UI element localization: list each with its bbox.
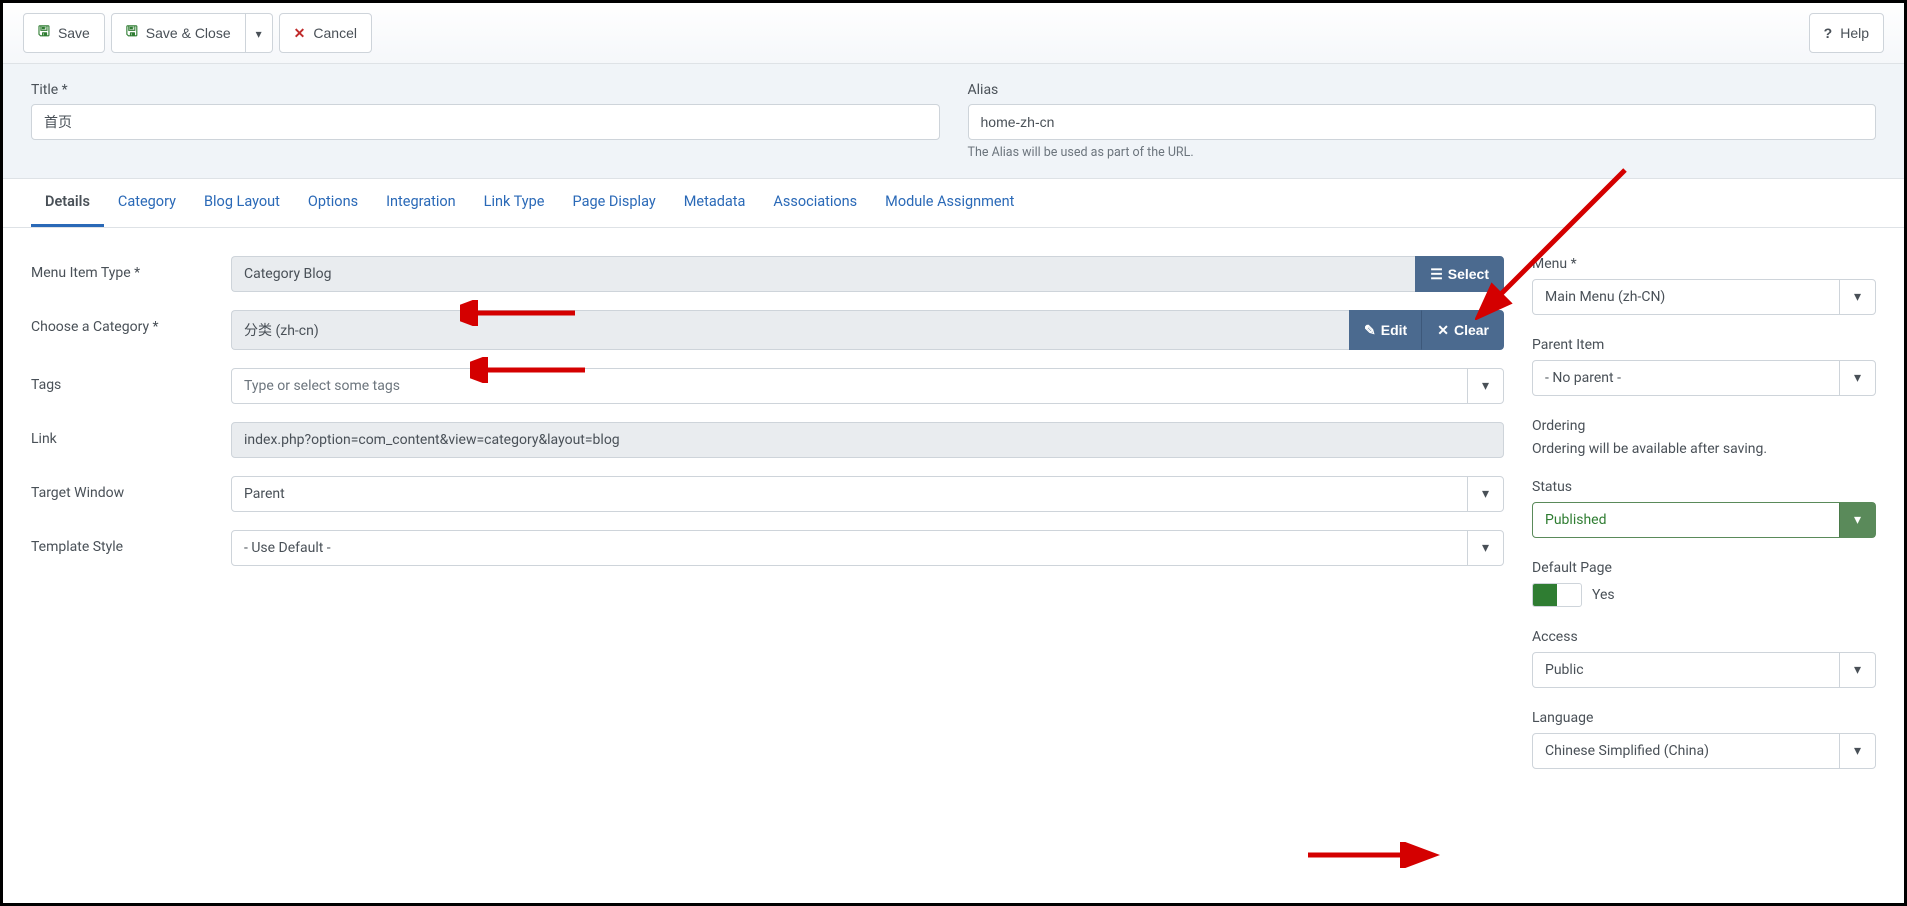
tab-details[interactable]: Details [31,179,104,227]
template-select[interactable]: - Use Default - ▾ [231,530,1504,566]
help-button[interactable]: ? Help [1809,13,1884,53]
language-value: Chinese Simplified (China) [1545,743,1709,759]
ordering-text: Ordering will be available after saving. [1532,441,1876,457]
clear-button[interactable]: ✕ Clear [1422,310,1504,350]
tab-category[interactable]: Category [104,179,190,227]
tab-integration[interactable]: Integration [372,179,470,227]
help-icon: ? [1824,25,1833,41]
tab-metadata[interactable]: Metadata [670,179,760,227]
title-label: Title * [31,82,940,98]
link-label: Link [31,422,231,447]
clear-label: Clear [1454,322,1489,338]
chevron-down-icon: ▾ [1839,361,1875,395]
alias-input[interactable] [968,104,1877,140]
toolbar-right: ? Help [1809,13,1884,53]
save-icon: 🖫 [126,21,138,45]
target-label: Target Window [31,476,231,501]
select-label: Select [1448,266,1489,282]
tabs: Details Category Blog Layout Options Int… [3,179,1904,228]
tab-associations[interactable]: Associations [759,179,871,227]
annotation-arrow-icon [1300,842,1440,868]
edit-button[interactable]: ✎ Edit [1349,310,1422,350]
category-value: 分类 (zh-cn) [231,310,1349,350]
tags-input[interactable]: Type or select some tags ▾ [231,368,1504,404]
parent-select[interactable]: - No parent - ▾ [1532,360,1876,396]
tab-blog-layout[interactable]: Blog Layout [190,179,294,227]
save-icon: 🖫 [38,21,50,45]
template-label: Template Style [31,530,231,555]
menu-select[interactable]: Main Menu (zh-CN) ▾ [1532,279,1876,315]
list-icon: ☰ [1430,266,1443,283]
default-page-toggle[interactable] [1532,583,1582,607]
cancel-icon: ✕ [294,25,306,42]
pencil-icon: ✎ [1364,322,1376,339]
alias-help: The Alias will be used as part of the UR… [968,145,1877,160]
menu-value: Main Menu (zh-CN) [1545,289,1665,305]
tags-placeholder: Type or select some tags [232,369,1467,403]
chevron-down-icon: ▾ [1467,531,1503,565]
chevron-down-icon: ▾ [1839,503,1875,537]
default-page-label: Default Page [1532,560,1876,576]
chevron-down-icon: ▾ [1839,734,1875,768]
tab-module-assignment[interactable]: Module Assignment [871,179,1028,227]
main: Menu Item Type * Category Blog ☰ Select … [3,228,1904,819]
clear-icon: ✕ [1437,322,1449,339]
target-select[interactable]: Parent ▾ [231,476,1504,512]
save-close-button[interactable]: 🖫 Save & Close [111,13,246,53]
chevron-down-icon: ▾ [1467,477,1503,511]
save-label: Save [58,25,90,41]
cancel-label: Cancel [313,25,357,41]
target-value: Parent [244,486,285,502]
access-value: Public [1545,662,1584,678]
chevron-down-icon: ▾ [1467,369,1503,403]
default-page-value: Yes [1592,587,1615,603]
toggle-handle [1533,584,1557,606]
chevron-down-icon [256,25,262,41]
ordering-label: Ordering [1532,418,1876,434]
language-label: Language [1532,710,1876,726]
title-input[interactable] [31,104,940,140]
category-group: 分类 (zh-cn) ✎ Edit ✕ Clear [231,310,1504,350]
tab-link-type[interactable]: Link Type [470,179,559,227]
toolbar-left: 🖫 Save 🖫 Save & Close ✕ Cancel [23,13,372,53]
menu-item-type-group: Category Blog ☰ Select [231,256,1504,292]
select-button[interactable]: ☰ Select [1415,256,1504,292]
save-close-group: 🖫 Save & Close [111,13,273,53]
cancel-button[interactable]: ✕ Cancel [279,13,372,53]
toolbar: 🖫 Save 🖫 Save & Close ✕ Cancel ? Help [3,3,1904,64]
save-button[interactable]: 🖫 Save [23,13,105,53]
tab-options[interactable]: Options [294,179,372,227]
menu-label: Menu * [1532,256,1876,272]
help-label: Help [1840,25,1869,41]
status-label: Status [1532,479,1876,495]
menu-item-type-value: Category Blog [231,256,1415,292]
chevron-down-icon: ▾ [1839,280,1875,314]
template-value: - Use Default - [244,540,331,556]
save-close-label: Save & Close [146,25,231,41]
save-dropdown-button[interactable] [246,13,273,53]
status-value: Published [1545,512,1606,528]
tags-label: Tags [31,368,231,393]
header-section: Title * Alias The Alias will be used as … [3,64,1904,179]
category-label: Choose a Category * [31,310,231,335]
sidebar: Menu * Main Menu (zh-CN) ▾ Parent Item -… [1532,256,1876,791]
alias-label: Alias [968,82,1877,98]
status-select[interactable]: Published ▾ [1532,502,1876,538]
chevron-down-icon: ▾ [1839,653,1875,687]
link-value: index.php?option=com_content&view=catego… [231,422,1504,458]
access-label: Access [1532,629,1876,645]
edit-label: Edit [1381,322,1407,338]
language-select[interactable]: Chinese Simplified (China) ▾ [1532,733,1876,769]
main-left: Menu Item Type * Category Blog ☰ Select … [31,256,1504,791]
menu-item-type-label: Menu Item Type * [31,256,231,281]
parent-label: Parent Item [1532,337,1876,353]
tab-page-display[interactable]: Page Display [559,179,670,227]
parent-value: - No parent - [1545,370,1621,386]
access-select[interactable]: Public ▾ [1532,652,1876,688]
